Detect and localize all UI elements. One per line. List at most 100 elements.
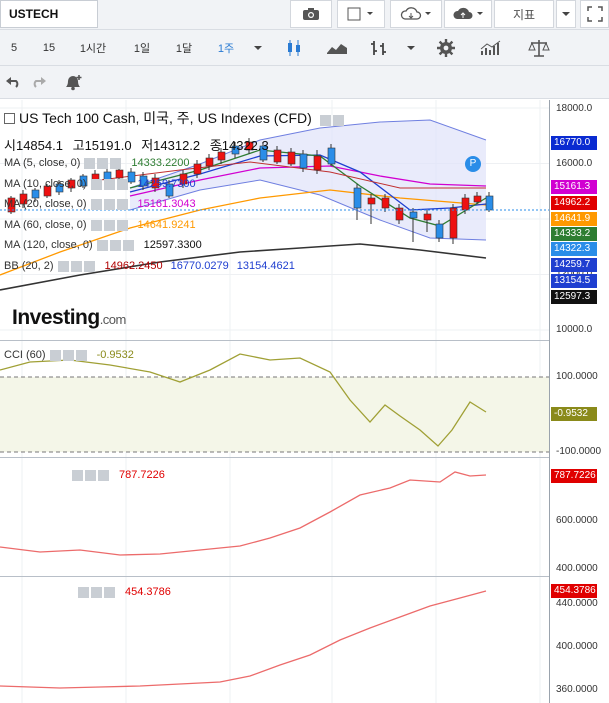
symbol-search-input[interactable]: USTECH (0, 0, 98, 28)
cloud-save-button[interactable] (444, 0, 492, 28)
candle-body (193, 163, 202, 175)
interval-15[interactable]: 15 (34, 32, 64, 64)
screenshot-button[interactable] (290, 0, 332, 28)
settings-button[interactable] (432, 32, 460, 64)
chevron-down-icon (407, 46, 415, 50)
pane4-price-tag: 454.3786 (551, 584, 597, 598)
redo-button[interactable] (28, 66, 50, 98)
candle-body (299, 153, 308, 169)
cloud-download-icon (400, 7, 431, 20)
candle-body (461, 197, 470, 211)
price-tag: 14641.9 (551, 212, 597, 226)
candle-body (409, 211, 418, 219)
cci-value: -0.9532 (96, 349, 134, 361)
candle-body (423, 213, 432, 221)
bar-chart-button[interactable] (364, 32, 394, 64)
legend-pane3[interactable]: 787.7226 (68, 469, 165, 481)
cci-band-fill (0, 377, 549, 452)
pane-divider[interactable] (0, 576, 550, 577)
gear-icon (437, 39, 455, 57)
logo-suffix: .com (99, 312, 127, 327)
pane-divider[interactable] (0, 340, 550, 341)
legend-ma60[interactable]: MA (60, close, 0) 14641.9241 (4, 219, 196, 231)
candlestick-icon (288, 40, 300, 56)
pane3-price-tag: 787.7226 (551, 469, 597, 483)
cci-axis-tick: -100.0000 (556, 446, 602, 457)
price-axis-line (549, 100, 550, 703)
fullscreen-button[interactable] (580, 0, 609, 28)
indicator-icons[interactable] (90, 178, 130, 190)
indicator-icons[interactable] (57, 260, 97, 272)
ohlc-bars-icon (371, 41, 386, 55)
interval-1h[interactable]: 1시간 (70, 32, 116, 64)
p-marker-badge[interactable]: P (465, 156, 481, 172)
bell-plus-icon (66, 75, 82, 91)
price-tag: 13154.5 (551, 274, 597, 288)
compare-button[interactable] (524, 32, 554, 64)
ma5-label: MA (5, close, 0) (4, 157, 81, 169)
high-value: 15191.0 (84, 138, 132, 153)
undo-button[interactable] (2, 66, 24, 98)
indicator-icons[interactable] (49, 349, 89, 361)
bb-mid-value: 14962.2450 (104, 260, 163, 272)
interval-5[interactable]: 5 (2, 32, 26, 64)
legend-ma10[interactable]: MA (10, close, 0) 14259.7300 (4, 178, 196, 190)
indicator-icons[interactable] (78, 586, 117, 598)
area-chart-button[interactable] (322, 32, 352, 64)
cloud-upload-icon (453, 7, 483, 19)
logo-text: Investing (12, 306, 100, 329)
ma120-value: 12597.3300 (143, 239, 202, 251)
interval-1mo[interactable]: 1달 (166, 32, 202, 64)
interval-1d[interactable]: 1일 (122, 32, 162, 64)
candle-body (205, 157, 214, 167)
candle-body (287, 151, 296, 165)
interval-dropdown[interactable] (248, 32, 268, 64)
indicator-icons[interactable] (72, 469, 111, 481)
legend-ma120[interactable]: MA (120, close, 0) 12597.3300 (4, 239, 202, 251)
low-value: 14312.2 (153, 138, 201, 153)
area-chart-icon (327, 44, 347, 54)
price-chart-canvas[interactable] (0, 100, 549, 703)
chart-bars-icon (480, 40, 501, 55)
indicator-icons[interactable] (90, 219, 130, 231)
chart-style-dropdown[interactable] (337, 0, 385, 28)
legend-ma20[interactable]: MA (20, close, 0) 15161.3043 (4, 198, 196, 210)
square-chevron-icon (347, 7, 373, 21)
interval-1w[interactable]: 1주 (206, 32, 246, 64)
pane3-axis-tick: 600.0000 (556, 515, 598, 526)
pane-divider[interactable] (0, 457, 550, 458)
price-axis-tick: 18000.0 (556, 103, 593, 114)
chart-title-row: US Tech 100 Cash, 미국, 주, US Indexes (CFD… (4, 108, 346, 128)
ma5-value: 14333.2200 (131, 157, 190, 169)
cloud-load-button[interactable] (390, 0, 442, 28)
legend-bb[interactable]: BB (20, 2) 14962.2450 16770.0279 13154.4621 (4, 260, 295, 272)
chart-type-dropdown[interactable] (400, 32, 422, 64)
undo-icon (6, 77, 19, 88)
legend-ma5[interactable]: MA (5, close, 0) 14333.2200 (4, 157, 190, 169)
candle-body (115, 169, 124, 179)
collapse-icon[interactable] (4, 113, 15, 124)
price-tag: 15161.3 (551, 180, 597, 194)
add-alert-button[interactable] (60, 66, 86, 98)
pane4-value: 454.3786 (125, 586, 171, 598)
indicator-icons[interactable] (90, 198, 130, 210)
indicators-dropdown[interactable] (556, 0, 576, 28)
indicator-icons[interactable] (96, 239, 136, 251)
pane4-axis-tick: 440.0000 (556, 598, 598, 609)
indicators-button[interactable]: 지표 (494, 0, 554, 28)
candle-body (313, 155, 322, 171)
pane3-value: 787.7226 (119, 469, 165, 481)
candles-button[interactable] (280, 32, 308, 64)
legend-pane4[interactable]: 454.3786 (74, 586, 171, 598)
title-settings-icons[interactable] (319, 111, 346, 127)
chevron-down-icon (562, 12, 570, 16)
legend-cci[interactable]: CCI (60) -0.9532 (4, 349, 134, 361)
open-label: 시 (4, 138, 16, 153)
indicator-templates-button[interactable] (476, 32, 506, 64)
ma60-label: MA (60, close, 0) (4, 219, 87, 231)
ma120-label: MA (120, close, 0) (4, 239, 93, 251)
indicator-icons[interactable] (84, 157, 123, 169)
pane4-line (0, 590, 487, 689)
price-tag: 14962.2 (551, 196, 597, 210)
scale-icon (528, 40, 550, 57)
